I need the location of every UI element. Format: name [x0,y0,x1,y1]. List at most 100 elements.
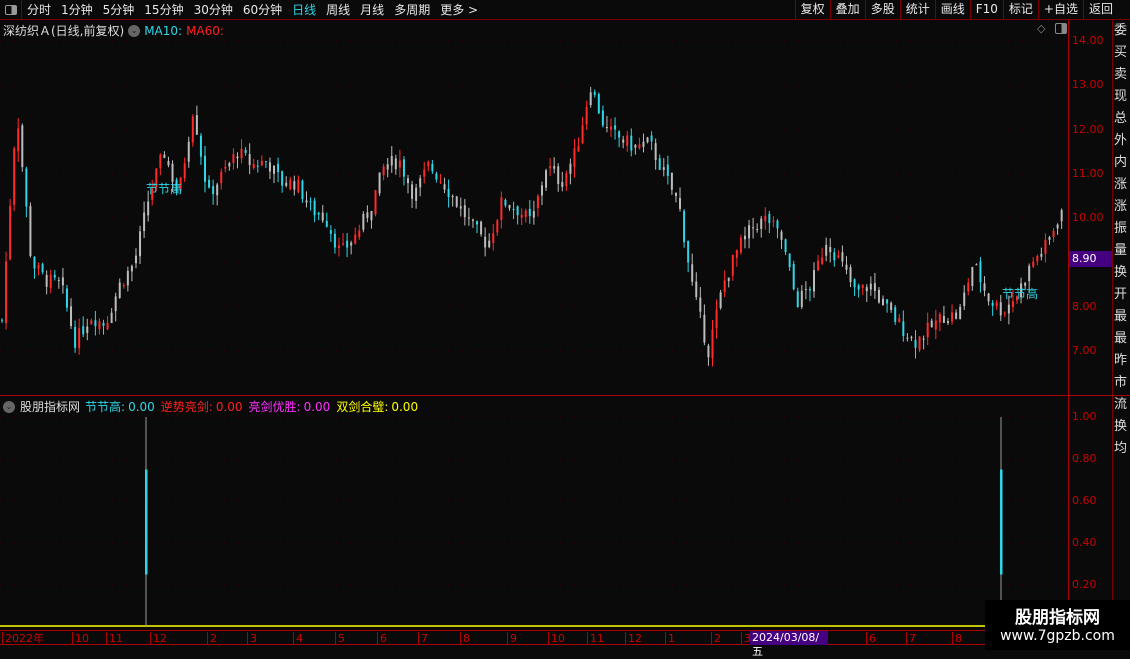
date-tick: 3 [247,632,257,645]
candle-body [614,125,617,130]
toolbar-button[interactable]: 返回 [1082,0,1118,20]
indicator-label: 双剑合璧: [336,400,389,414]
panel-label: 涨 [1114,199,1128,214]
chevron-down-icon[interactable]: ⌄ [3,400,15,413]
candle-body [187,141,190,162]
candle-body [224,166,227,169]
candle-body [715,309,718,329]
candle-body [114,296,117,312]
date-tick: 6 [866,632,876,645]
candle-body [914,339,917,348]
candle-body [216,184,219,196]
candle-body [439,181,442,183]
date-tick: 12 [625,632,642,645]
candle-body [553,166,556,169]
panel-label: 市 [1114,375,1128,390]
candle-body [638,144,641,149]
candle-body [597,93,600,114]
watermark-url: www.7gpzb.com [1000,628,1115,644]
date-tick: 8 [952,632,962,645]
indicator-label: 逆势亮剑: [160,400,213,414]
candle-body [53,274,56,278]
candle-body [569,163,572,174]
candle-body [378,172,381,194]
quote-side-panel: 委买卖现总外内涨涨振量换开最最昨市流换均 [1112,20,1130,630]
candle-body [808,288,811,291]
candle-body [703,314,706,343]
candle-body [1056,224,1059,229]
candle-body [90,320,93,325]
candle-body [504,199,507,206]
candle-body [837,255,840,258]
candle-body [82,326,85,335]
candle-body [780,231,783,240]
candle-body [208,179,211,188]
panel-label: 现 [1114,89,1128,104]
indicator-label: 节节高: [85,400,126,414]
pane-divider[interactable] [0,395,1130,396]
candle-body [532,211,535,218]
candle-body [573,148,576,167]
candle-body [999,302,1002,316]
candle-body [1028,265,1031,282]
candle-body [662,167,665,171]
candle-body [983,283,986,291]
candle-body [768,213,771,224]
candle-body [70,306,73,327]
candle-body [191,116,194,143]
candle-body [41,264,44,272]
date-tick: 1 [665,632,675,645]
date-tick: 2 [207,632,217,645]
candle-body [800,290,803,307]
date-tick: 11 [587,632,604,645]
candle-body [354,234,357,244]
kline-chart[interactable] [0,0,1068,630]
panel-label: 换 [1114,419,1128,434]
candle-body [94,320,97,327]
candle-body [277,163,280,173]
date-tick: 2022年 [2,632,44,645]
price-tick: 11.00 [1072,166,1104,180]
date-axis: 8 7 6 3 2 1 12 11 10 9 8 7 6 5 4 3 2 12 11 10 2022年 2024/03/… [0,630,1068,658]
date-tick: 2 [711,632,721,645]
candle-body [61,277,64,286]
candle-body [727,277,730,281]
panel-label: 振 [1114,221,1128,236]
candle-body [979,261,982,283]
candle-body [362,213,365,230]
candle-body [666,164,669,176]
candle-body [577,146,580,152]
candle-body [268,162,271,172]
candle-body [739,237,742,253]
candle-body [557,166,560,185]
candle-body [305,200,308,203]
date-tick: 6 [377,632,387,645]
candle-body [861,284,864,288]
candle-body [752,227,755,229]
candle-body [540,185,543,196]
panel-label: 最 [1114,309,1128,324]
candle-body [313,200,316,216]
candle-body [528,208,531,217]
candle-body [894,307,897,322]
candle-body [792,263,795,290]
candle-body [545,170,548,188]
candle-body [585,106,588,125]
candle-body [358,230,361,238]
candle-body [942,315,945,323]
panel-label: 均 [1114,441,1128,456]
candle-body [735,250,738,258]
date-tick: 9 [507,632,517,645]
candle-body [764,215,767,222]
candle-body [581,125,584,144]
candle-body [86,326,89,333]
candle-body [212,186,215,195]
indicator-number: 0.00 [391,400,419,414]
candle-body [130,265,133,272]
candle-body [423,169,426,177]
candle-body [443,184,446,190]
candle-body [65,288,68,308]
candle-body [419,178,422,188]
panel-label: 开 [1114,287,1128,302]
candle-body [938,314,941,323]
